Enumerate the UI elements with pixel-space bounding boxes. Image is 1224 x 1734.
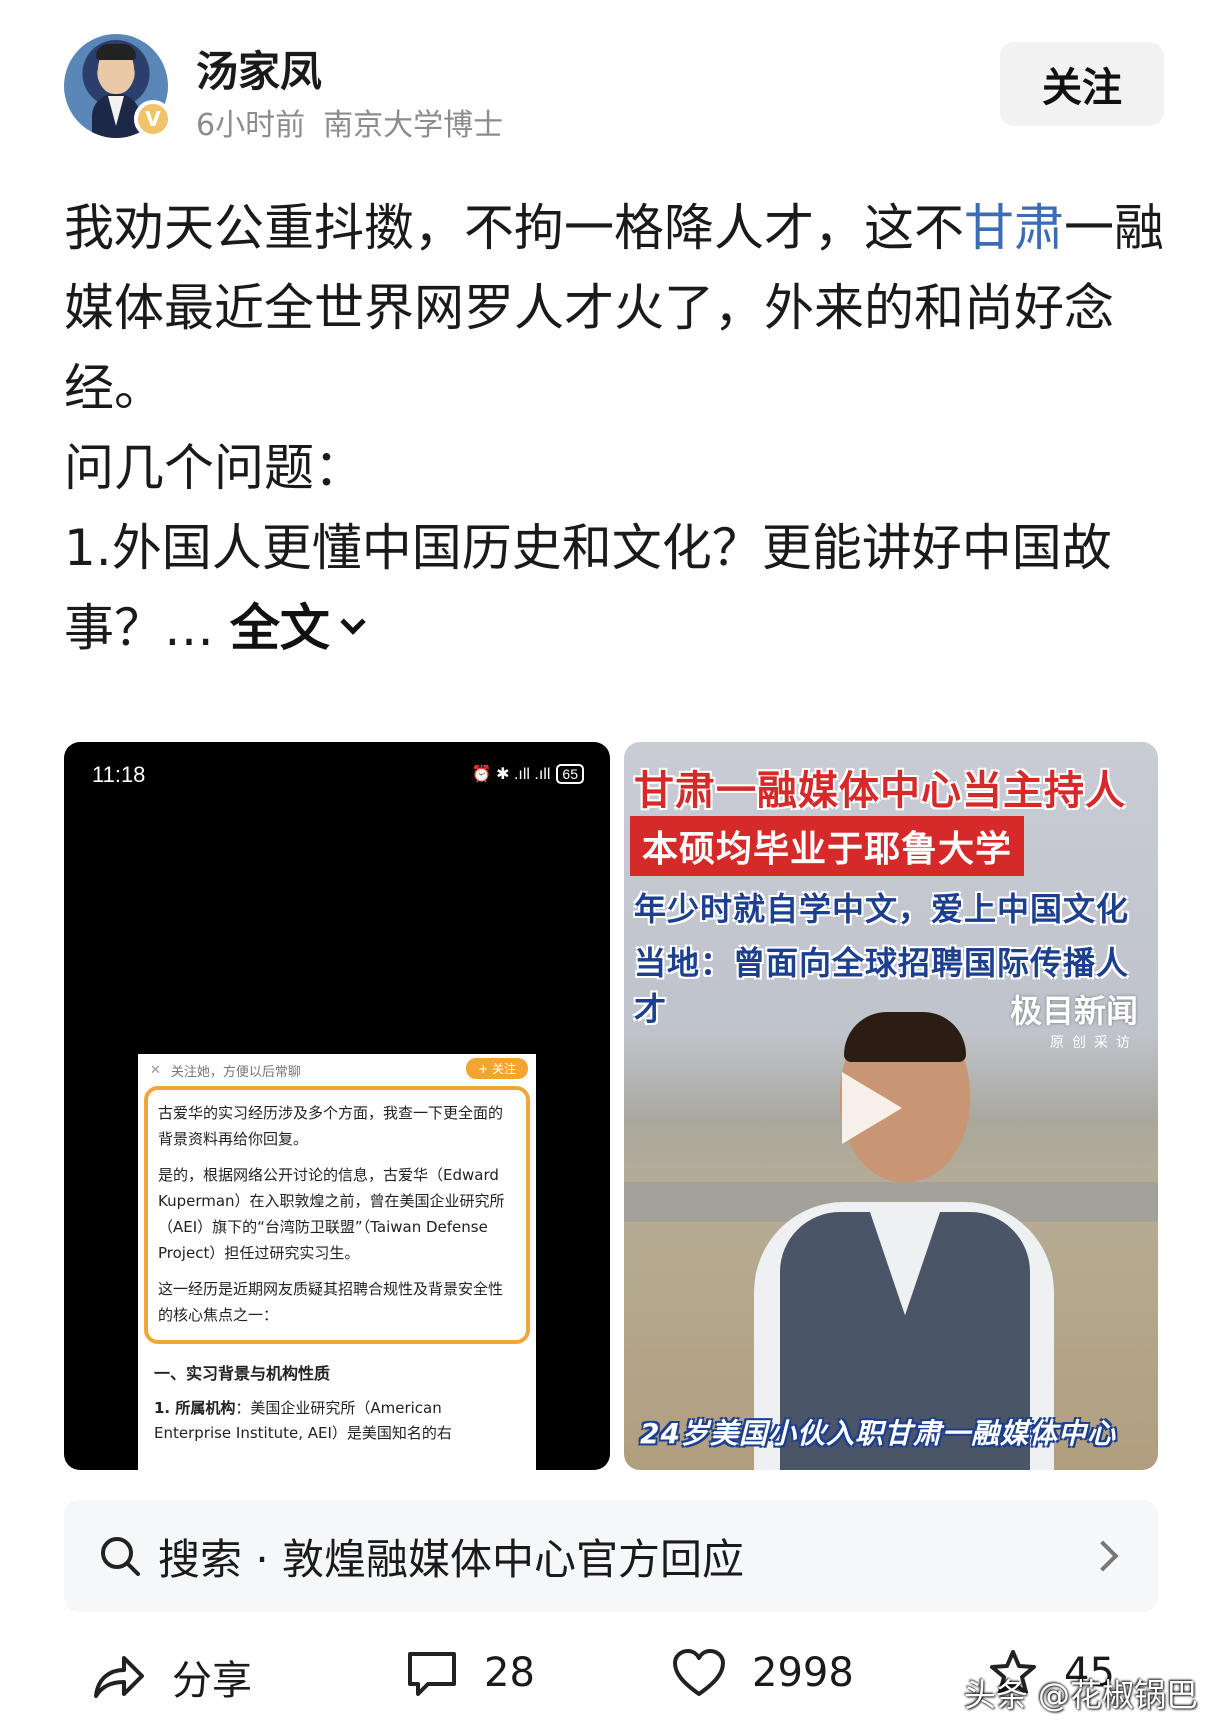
share-label: 分享 <box>172 1658 252 1704</box>
chat-para-1: 古爱华的实习经历涉及多个方面，我查一下更全面的背景资料再给你回复。 <box>158 1104 504 1148</box>
news-watermark: 极目新闻 原创采访 <box>1010 986 1138 1052</box>
chevron-right-icon <box>1087 1540 1119 1572</box>
close-icon: ✕ <box>150 1062 161 1078</box>
chat-card-follow: + 关注 <box>466 1058 528 1079</box>
phone-clock: 11:18 <box>92 762 146 787</box>
chevron-down-icon <box>340 609 366 635</box>
chat-para-3: 这一经历是近期网友质疑其招聘合规性及背景安全性的核心焦点之一： <box>158 1280 504 1324</box>
related-search-bar[interactable]: 搜索 · 敦煌融媒体中心官方回应 <box>64 1500 1158 1612</box>
post-text-part1: 我劝天公重抖擞，不拘一格降人才，这不 <box>64 199 964 257</box>
topic-link[interactable]: 甘肃 <box>964 199 1064 257</box>
site-watermark: 头条 @花椒锅巴 <box>963 1676 1198 1714</box>
post-header: V 汤家凤 6小时前 南京大学博士 关注 <box>64 34 1164 144</box>
post-image-1[interactable]: 11:18 ⏰ ✱ .ıll .ıll 65 ✕ 关注她，方便以后常聊 + 关注 … <box>64 742 610 1470</box>
comment-count: 28 <box>484 1650 535 1696</box>
expand-label: 全文 <box>229 599 330 657</box>
heart-icon <box>673 1649 725 1696</box>
post-video-thumbnail[interactable]: 甘肃一融媒体中心当主持人 本硕均毕业于耶鲁大学 年少时就自学中文，爱上中国文化 … <box>624 742 1158 1470</box>
chat-heading: 一、实习背景与机构性质 <box>154 1364 331 1383</box>
chat-card-hint: 关注她，方便以后常聊 <box>170 1064 301 1080</box>
comment-icon <box>408 1652 456 1696</box>
avatar-hair <box>96 44 136 60</box>
author-title: 南京大学博士 <box>323 108 504 143</box>
play-icon[interactable] <box>842 1072 902 1144</box>
video-caption-subtitle: 本硕均毕业于耶鲁大学 <box>630 816 1025 876</box>
post-time: 6小时前 <box>196 108 306 143</box>
comment-button[interactable]: 28 <box>406 1648 535 1698</box>
video-caption-title: 甘肃一融媒体中心当主持人 <box>634 768 1126 814</box>
like-count: 2998 <box>752 1650 854 1696</box>
expand-full-text-button[interactable]: 全文 <box>229 599 366 657</box>
post-body: 我劝天公重抖擞，不拘一格降人才，这不甘肃一融媒体最近全世界网罗人才火了，外来的和… <box>64 188 1174 668</box>
related-search-text: 搜索 · 敦煌融媒体中心官方回应 <box>158 1534 745 1584</box>
news-watermark-main: 极目新闻 <box>1009 992 1138 1030</box>
chat-list-item: 1. 所属机构：美国企业研究所（American Enterprise Inst… <box>138 1384 536 1446</box>
chat-para-2: 是的，根据网络公开讨论的信息，古爱华（Edward Kuperman）在入职敦煌… <box>158 1166 505 1262</box>
like-button[interactable]: 2998 <box>672 1648 854 1698</box>
chat-card: ✕ 关注她，方便以后常聊 + 关注 古爱华的实习经历涉及多个方面，我查一下更全面… <box>138 1054 536 1470</box>
search-icon <box>101 1537 140 1576</box>
chat-card-top: ✕ 关注她，方便以后常聊 + 关注 <box>138 1054 536 1086</box>
video-caption-line-3: 年少时就自学中文，爱上中国文化 <box>634 890 1130 928</box>
share-icon <box>94 1656 144 1698</box>
thumbnail-person <box>740 1012 1080 1470</box>
chat-list-item-label: 1. 所属机构 <box>154 1399 236 1417</box>
post-meta: 6小时前 南京大学博士 <box>196 100 503 144</box>
share-button[interactable]: 分享 <box>92 1648 252 1706</box>
video-caption-bottom: 24岁美国小伙入职甘肃一融媒体中心 <box>640 1417 1116 1450</box>
battery-icon: 65 <box>556 764 584 784</box>
action-bar: 分享 28 2998 45 头条 @花椒锅巴 <box>0 1640 1224 1730</box>
follow-button[interactable]: 关注 <box>1000 42 1164 126</box>
author-name[interactable]: 汤家凤 <box>196 38 322 99</box>
news-watermark-sub: 原创采访 <box>1050 1035 1138 1051</box>
post-text-question-1: 1.外国人更懂中国历史和文化？更能讲好中国故事？… <box>64 519 1112 657</box>
post-text-question-intro: 问几个问题： <box>64 439 364 497</box>
chat-reply-box: 古爱华的实习经历涉及多个方面，我查一下更全面的背景资料再给你回复。 是的，根据网… <box>144 1086 530 1344</box>
phone-status-bar: ⏰ ✱ .ıll .ıll 65 <box>472 764 584 784</box>
phone-status-icons: ⏰ ✱ .ıll .ıll <box>471 766 551 783</box>
verified-badge-icon: V <box>134 100 172 138</box>
